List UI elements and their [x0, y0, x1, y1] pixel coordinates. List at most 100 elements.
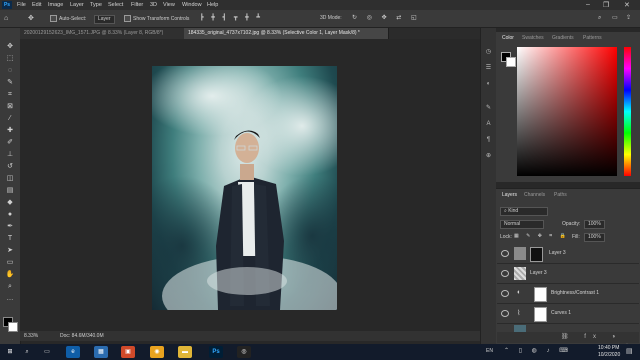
- store-icon[interactable]: ▦: [94, 346, 108, 358]
- zoom-level[interactable]: 8.33%: [24, 333, 38, 339]
- document-canvas-image[interactable]: [152, 66, 337, 310]
- tab-color[interactable]: Color: [502, 35, 514, 41]
- show-transform-checkbox[interactable]: Show Transform Controls: [124, 15, 189, 22]
- type-tool-icon[interactable]: T: [4, 234, 16, 244]
- more-tools-icon[interactable]: …: [4, 294, 16, 304]
- move-tool-icon[interactable]: ✥: [4, 42, 16, 52]
- opacity-field[interactable]: 100%: [584, 220, 605, 229]
- share-icon[interactable]: ⇪: [626, 15, 631, 22]
- zoom-tool-icon[interactable]: ⌕: [4, 282, 16, 292]
- layer-name[interactable]: Brightness/Contrast 1: [551, 290, 599, 296]
- close-icon[interactable]: ✕: [624, 1, 630, 9]
- layer-name[interactable]: Layer 3: [549, 250, 566, 256]
- eyedropper-tool-icon[interactable]: ⁄: [4, 114, 16, 124]
- file-explorer-icon[interactable]: ▬: [178, 346, 192, 358]
- tab-paths[interactable]: Paths: [554, 192, 567, 198]
- blend-mode-dropdown[interactable]: Normal: [500, 220, 544, 229]
- auto-select-checkbox[interactable]: Auto-Select:: [50, 15, 86, 22]
- auto-select-mode-dropdown[interactable]: Layer: [94, 15, 115, 24]
- lasso-tool-icon[interactable]: ◌: [4, 66, 16, 76]
- history-icon[interactable]: ◷: [484, 48, 493, 56]
- quick-select-tool-icon[interactable]: ✎: [4, 78, 16, 88]
- system-tray-icons[interactable]: ⌃ ▯ ◍ ♪ ⌨: [504, 347, 572, 354]
- layers-footer-buttons[interactable]: ⛓ fx ◑ ◐ ▢ ＋ 🗑: [497, 332, 639, 351]
- layer-row[interactable]: ⌇ Curves 1: [497, 304, 639, 324]
- history-brush-icon[interactable]: ↺: [4, 162, 16, 172]
- layer-name[interactable]: Layer 3: [530, 270, 547, 276]
- menu-window[interactable]: Window: [182, 2, 202, 8]
- stamp-tool-icon[interactable]: ⊥: [4, 150, 16, 160]
- menu-layer[interactable]: Layer: [70, 2, 84, 8]
- layer-name[interactable]: Curves 1: [551, 310, 571, 316]
- visibility-eye-icon[interactable]: [501, 290, 509, 297]
- office-icon[interactable]: ▣: [121, 346, 135, 358]
- language-indicator[interactable]: EN: [486, 348, 493, 354]
- character-icon[interactable]: A: [484, 120, 493, 128]
- dodge-tool-icon[interactable]: ●: [4, 210, 16, 220]
- windows-start-icon[interactable]: ⊞: [3, 346, 17, 358]
- tab-channels[interactable]: Channels: [524, 192, 545, 198]
- layer-mask-thumbnail[interactable]: [534, 307, 547, 322]
- tab-swatches[interactable]: Swatches: [522, 35, 544, 41]
- pen-tool-icon[interactable]: ✒: [4, 222, 16, 232]
- eraser-tool-icon[interactable]: ◫: [4, 174, 16, 184]
- glyphs-icon[interactable]: ⊕: [484, 152, 493, 160]
- hand-tool-icon[interactable]: ✋: [4, 270, 16, 280]
- tab-gradients[interactable]: Gradients: [552, 35, 574, 41]
- layer-mask-thumbnail[interactable]: [534, 287, 547, 302]
- chrome-icon[interactable]: ◉: [150, 346, 164, 358]
- photoshop-taskbar-icon[interactable]: Ps: [209, 346, 223, 358]
- crop-tool-icon[interactable]: ⌗: [4, 90, 16, 100]
- clock-time[interactable]: 10:40 PM: [598, 345, 619, 351]
- minimize-icon[interactable]: –: [586, 1, 590, 8]
- layer-filter-kind[interactable]: ⌕ Kind: [500, 207, 548, 216]
- menu-filter[interactable]: Filter: [131, 2, 143, 8]
- visibility-eye-icon[interactable]: [501, 310, 509, 317]
- layer-row-partial[interactable]: [497, 324, 639, 332]
- menu-help[interactable]: Help: [207, 2, 218, 8]
- menu-file[interactable]: File: [17, 2, 26, 8]
- tab-patterns[interactable]: Patterns: [583, 35, 602, 41]
- workspace-icon[interactable]: ▭: [612, 15, 618, 22]
- color-background-swatch[interactable]: [506, 57, 516, 67]
- color-picker-field[interactable]: [517, 47, 617, 176]
- move-tool-icon[interactable]: ✥: [28, 15, 34, 22]
- paragraph-icon[interactable]: ¶: [484, 136, 493, 144]
- notifications-icon[interactable]: ▤: [626, 347, 633, 355]
- menu-edit[interactable]: Edit: [32, 2, 41, 8]
- visibility-eye-icon[interactable]: [501, 270, 509, 277]
- healing-tool-icon[interactable]: ✚: [4, 126, 16, 136]
- tab-document-2[interactable]: 184335_original_4737x7102.jpg @ 8.33% (S…: [184, 28, 389, 39]
- path-select-tool-icon[interactable]: ➤: [4, 246, 16, 256]
- brush-settings-icon[interactable]: ✎: [484, 104, 493, 112]
- tab-layers[interactable]: Layers: [502, 192, 517, 198]
- background-color-swatch[interactable]: [8, 322, 18, 332]
- adjustments-icon[interactable]: ◐: [484, 80, 493, 88]
- obs-icon[interactable]: ◎: [237, 346, 251, 358]
- brush-tool-icon[interactable]: ✐: [4, 138, 16, 148]
- search-icon[interactable]: ⌕: [20, 346, 34, 358]
- marquee-tool-icon[interactable]: ⬚: [4, 54, 16, 64]
- fill-field[interactable]: 100%: [584, 233, 605, 242]
- layer-mask-thumbnail[interactable]: [530, 247, 543, 262]
- mode-3d-buttons[interactable]: ↻ ◎ ✥ ⇄ ◱: [352, 15, 421, 22]
- layer-row[interactable]: Layer 3: [497, 244, 639, 264]
- layer-row[interactable]: Layer 3: [497, 264, 639, 284]
- properties-icon[interactable]: ☰: [484, 64, 493, 72]
- frame-tool-icon[interactable]: ⊠: [4, 102, 16, 112]
- blur-tool-icon[interactable]: ◆: [4, 198, 16, 208]
- edge-icon[interactable]: e: [66, 346, 80, 358]
- maximize-icon[interactable]: ❐: [603, 1, 609, 9]
- align-buttons[interactable]: ┣ ╋ ┫ ┳ ╋ ┻: [200, 15, 263, 22]
- menu-select[interactable]: Select: [108, 2, 123, 8]
- gradient-tool-icon[interactable]: ▤: [4, 186, 16, 196]
- hue-slider[interactable]: [624, 47, 631, 176]
- shape-tool-icon[interactable]: ▭: [4, 258, 16, 268]
- layer-row[interactable]: ◐ Brightness/Contrast 1: [497, 284, 639, 304]
- tab-document-1[interactable]: 20200129152623_IMG_1571.JPG @ 8.33% (Lay…: [20, 28, 189, 39]
- menu-3d[interactable]: 3D: [150, 2, 157, 8]
- clock-date[interactable]: 10/2/2020: [598, 352, 620, 358]
- lock-buttons[interactable]: ▦ ✎ ✥ ⌗ 🔒: [514, 233, 569, 239]
- menu-type[interactable]: Type: [90, 2, 102, 8]
- search-icon[interactable]: ⌕: [598, 15, 601, 22]
